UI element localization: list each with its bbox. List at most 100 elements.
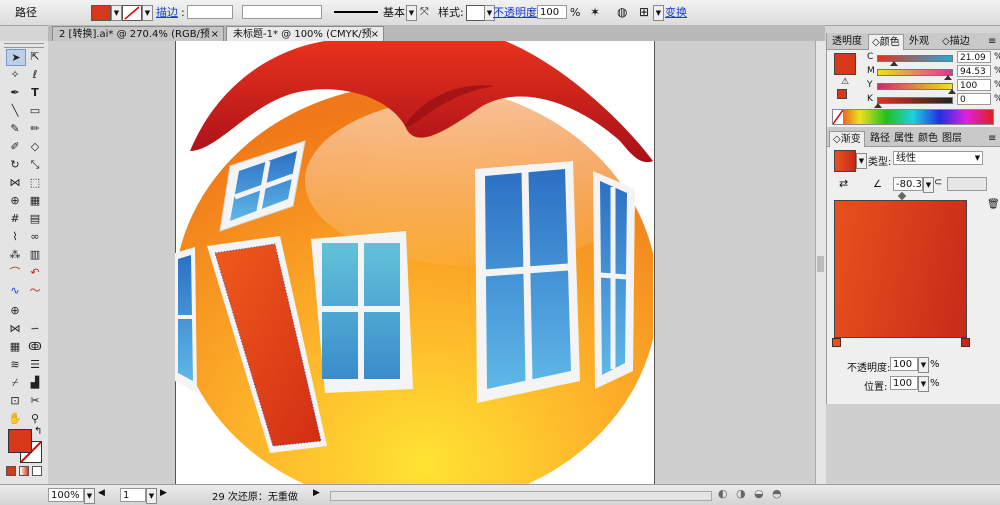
gradient-midpoint-handle[interactable] xyxy=(897,191,907,201)
scissors-tool-icon[interactable]: ✂ xyxy=(26,393,44,408)
transform-link[interactable]: 变换 xyxy=(665,0,687,25)
smooth-anchor-icon[interactable]: ∿ xyxy=(6,283,24,298)
warp-icon[interactable]: ∽ xyxy=(26,321,44,336)
black-slider-track[interactable] xyxy=(874,97,953,108)
stroke-weight-field[interactable] xyxy=(187,5,233,19)
status-menu-icon[interactable]: ▶ xyxy=(313,488,320,498)
gradient-swatch-dropdown-icon[interactable]: ▼ xyxy=(856,153,867,169)
cyan-slider-thumb[interactable] xyxy=(889,61,898,66)
lasso-tool-icon[interactable]: ℓ xyxy=(26,67,44,82)
direct-selection-tool-icon[interactable]: ⇱ xyxy=(26,49,44,64)
stroke-dropdown-icon[interactable]: ▼ xyxy=(142,5,153,21)
stroke-swatch[interactable] xyxy=(122,5,142,21)
none-mode-icon[interactable] xyxy=(32,466,42,476)
scroll-thumb[interactable] xyxy=(817,256,824,272)
artboard-number-select[interactable]: 1 xyxy=(120,488,146,502)
tab-appearance[interactable]: 外观 xyxy=(906,34,932,49)
gradient-preview[interactable] xyxy=(834,200,967,338)
brush-profile-label[interactable]: 基本 xyxy=(383,0,405,25)
curve-tool-icon[interactable]: 〜 xyxy=(26,283,44,298)
graphic-style-swatch[interactable] xyxy=(466,5,486,21)
gradient-swatch[interactable] xyxy=(834,150,856,172)
vertical-scrollbar[interactable] xyxy=(815,41,826,484)
envelope-icon[interactable]: ⋈ xyxy=(6,321,24,336)
scale-tool-icon[interactable]: ⤡ xyxy=(26,157,44,172)
fill-swatch[interactable] xyxy=(91,5,111,21)
width-tool-icon[interactable]: ⋈ xyxy=(6,175,24,190)
free-transform-tool-icon[interactable]: ⬚ xyxy=(26,175,44,190)
column-graph-tool-icon[interactable]: ▥ xyxy=(26,247,44,262)
zoom-level-select[interactable]: 100% xyxy=(48,488,84,502)
view-mode-icon[interactable]: ◓ xyxy=(772,487,782,500)
yellow-slider-thumb[interactable] xyxy=(948,89,956,94)
opacity-input[interactable]: 100 xyxy=(537,5,567,19)
none-swatch-icon[interactable] xyxy=(832,109,844,125)
out-of-gamut-warning-icon[interactable]: ⚠ xyxy=(841,77,849,87)
tab-gradient[interactable]: ◇渐变 xyxy=(829,131,865,147)
yellow-slider[interactable]: Y 100 % xyxy=(867,79,1000,94)
pencil-tool-icon[interactable]: ✏ xyxy=(26,121,44,136)
gradient-stop-end[interactable] xyxy=(961,338,970,347)
toolbox-grip[interactable] xyxy=(4,43,44,48)
stop-opacity-input[interactable]: 100 xyxy=(890,357,918,371)
anchor-point-tool-icon[interactable]: ⌒ xyxy=(6,265,24,280)
recolor-artwork-icon[interactable]: ✶ xyxy=(590,5,606,19)
list-icon[interactable]: ☰ xyxy=(26,357,44,372)
right-edge-window[interactable] xyxy=(593,171,635,389)
cyan-slider[interactable]: C 21.09 % xyxy=(867,51,1000,66)
line-tool-icon[interactable]: ╲ xyxy=(6,103,24,118)
align-icon[interactable]: ⊞ xyxy=(639,5,653,19)
blend-tool-icon[interactable]: ∞ xyxy=(26,229,44,244)
convert-anchor-icon[interactable]: ↶ xyxy=(26,265,44,280)
previous-artboard-icon[interactable]: ◀ xyxy=(98,488,105,498)
stroke-panel-link[interactable]: 描边 xyxy=(156,0,178,25)
view-mode-icon[interactable]: ◑ xyxy=(736,487,746,500)
stop-position-input[interactable]: 100 xyxy=(890,376,918,390)
black-value[interactable]: 0 xyxy=(957,93,991,105)
hand-tool-icon[interactable]: ✋ xyxy=(6,411,24,426)
magenta-slider-thumb[interactable] xyxy=(944,75,953,80)
large-window[interactable] xyxy=(475,161,580,403)
magenta-slider-track[interactable] xyxy=(877,69,953,80)
reverse-gradient-icon[interactable]: ⇄ xyxy=(839,177,848,190)
symbol-sprayer-tool-icon[interactable]: ⁂ xyxy=(6,247,24,262)
canvas-area[interactable] xyxy=(48,41,815,484)
document-tab-2[interactable]: 未标题-1* @ 100% (CMYK/预览) × xyxy=(226,26,384,55)
gradient-mode-icon[interactable] xyxy=(19,466,29,476)
twist-icon[interactable]: ↂ xyxy=(26,339,44,354)
gamut-swatch[interactable] xyxy=(837,89,847,99)
isolate-icon[interactable]: ◍ xyxy=(617,5,631,19)
tab-attributes[interactable]: 属性 xyxy=(891,131,917,146)
magenta-slider[interactable]: M 94.53 % xyxy=(867,65,1000,80)
slice-tool-icon[interactable]: ⌿ xyxy=(6,375,24,390)
artboard-tool-icon[interactable]: ⊕ xyxy=(6,303,24,318)
view-mode-icon[interactable]: ◐ xyxy=(718,487,728,500)
view-mode-icon[interactable]: ◒ xyxy=(754,487,764,500)
magic-wand-tool-icon[interactable]: ✧ xyxy=(6,67,24,82)
black-slider-thumb[interactable] xyxy=(874,103,882,108)
eyedropper-tool-icon[interactable]: ⌇ xyxy=(6,229,24,244)
eraser-tool-icon[interactable]: ◇ xyxy=(26,139,44,154)
middle-window[interactable] xyxy=(311,231,413,393)
gradient-type-select[interactable]: 线性 xyxy=(893,151,983,165)
tab-color-guide[interactable]: 颜色 xyxy=(915,131,941,146)
rotate-tool-icon[interactable]: ↻ xyxy=(6,157,24,172)
gradient-tool-icon[interactable]: ▤ xyxy=(26,211,44,226)
mesh-edit-icon[interactable]: ▦ xyxy=(6,339,24,354)
magenta-value[interactable]: 94.53 xyxy=(957,65,991,77)
panel-menu-icon[interactable]: ≡ xyxy=(985,131,999,146)
tab-stroke[interactable]: ◇描边 xyxy=(939,34,973,49)
zoom-tool-icon[interactable]: ⚲ xyxy=(26,411,44,426)
tab-color[interactable]: ◇颜色 xyxy=(868,34,904,50)
brush-dropdown-icon[interactable]: ▼ xyxy=(406,5,417,21)
tab-layers[interactable]: 图层 xyxy=(939,131,965,146)
selection-tool-icon[interactable]: ➤ xyxy=(6,49,26,66)
align-dropdown-icon[interactable]: ▼ xyxy=(653,5,664,21)
mesh-tool-icon[interactable]: # xyxy=(6,211,24,226)
panel-menu-icon[interactable]: ≡ xyxy=(985,34,999,49)
horizontal-scrollbar[interactable] xyxy=(330,491,712,501)
artboard-dropdown-icon[interactable]: ▼ xyxy=(146,488,157,504)
zoom-dropdown-icon[interactable]: ▼ xyxy=(84,488,95,504)
yellow-slider-track[interactable] xyxy=(877,83,956,94)
next-artboard-icon[interactable]: ▶ xyxy=(160,488,167,498)
